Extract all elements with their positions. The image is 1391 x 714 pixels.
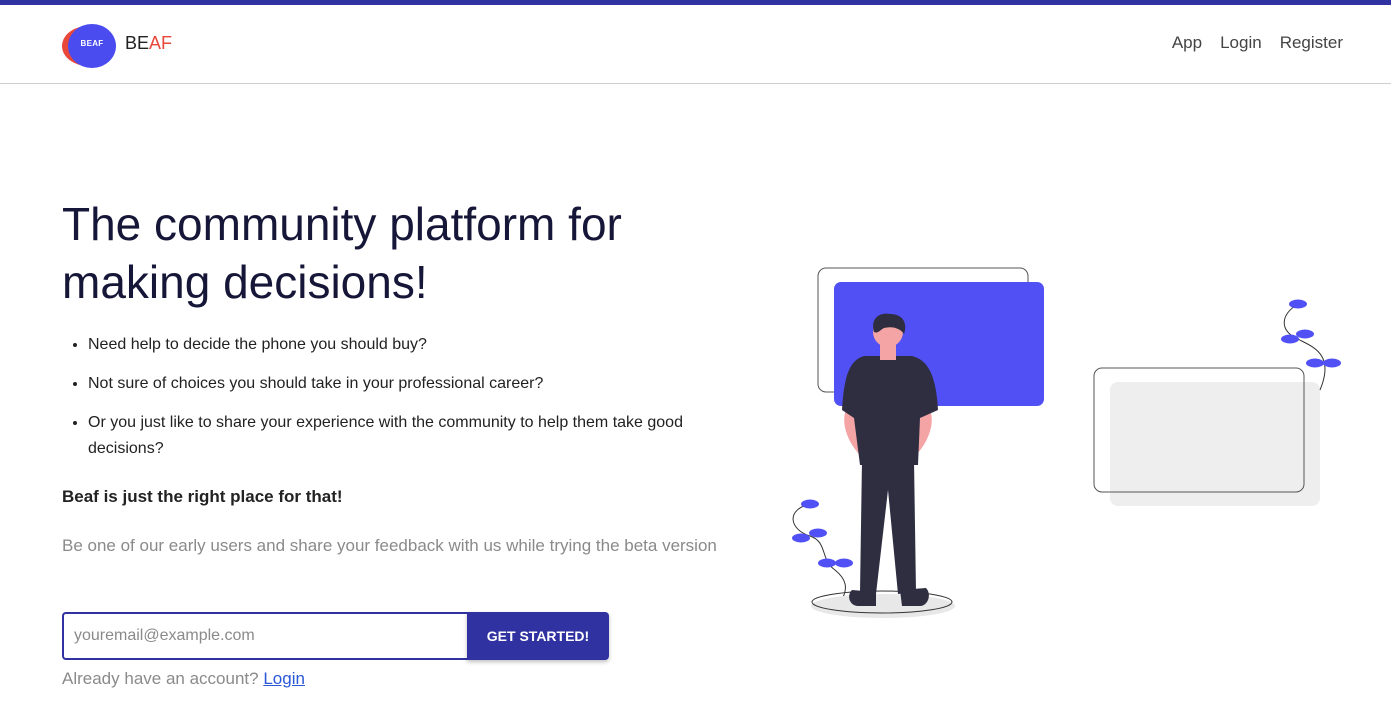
- person-shoe-left: [849, 590, 876, 606]
- nav-register-link[interactable]: Register: [1280, 33, 1343, 53]
- feature-item: Not sure of choices you should take in y…: [88, 371, 748, 397]
- floor-shadow: [811, 594, 955, 618]
- main-nav: App Login Register: [1172, 33, 1343, 53]
- tagline: Beaf is just the right place for that!: [62, 487, 343, 506]
- hero-title: The community platform for making decisi…: [62, 198, 622, 308]
- feature-item: Need help to decide the phone you should…: [88, 332, 748, 358]
- plant-leaf: [809, 528, 827, 538]
- plant-leaf: [818, 558, 836, 568]
- feature-item: Or you just like to share your experienc…: [88, 410, 748, 462]
- email-input[interactable]: [62, 612, 467, 660]
- brand-name[interactable]: BEAF: [125, 33, 172, 54]
- person-looking-at-screens-illustration: [792, 267, 1341, 618]
- plant-leaf: [1296, 329, 1314, 339]
- plant-leaf: [835, 558, 853, 568]
- beaf-logo-icon[interactable]: BEAF: [62, 24, 118, 68]
- plant-leaf: [1289, 299, 1307, 309]
- plant-leaf: [1323, 358, 1341, 368]
- get-started-button[interactable]: GET STARTED!: [467, 612, 609, 660]
- plant-leaf: [792, 533, 810, 543]
- plant-leaf: [1281, 334, 1299, 344]
- site-header: BEAF BEAF App Login Register: [0, 5, 1391, 84]
- person-legs: [860, 460, 916, 594]
- screen-gray-fill: [1110, 382, 1320, 506]
- brand-name-part1: BE: [125, 33, 150, 53]
- person-shoe-right: [900, 588, 929, 606]
- logo-text: BEAF: [80, 39, 104, 48]
- plant-stem-left: [792, 503, 846, 603]
- nav-login-link[interactable]: Login: [1220, 33, 1262, 53]
- plant-leaf: [801, 499, 819, 509]
- brand-name-part2: AF: [149, 33, 173, 53]
- login-link[interactable]: Login: [263, 669, 305, 688]
- signup-form: GET STARTED!: [62, 612, 609, 660]
- login-prompt: Already have an account? Login: [62, 669, 305, 689]
- plant-stem-right: [1283, 303, 1326, 391]
- feature-list: Need help to decide the phone you should…: [62, 332, 748, 475]
- beta-subtext: Be one of our early users and share your…: [62, 536, 717, 555]
- plant-leaf: [1306, 358, 1324, 368]
- nav-app-link[interactable]: App: [1172, 33, 1202, 53]
- login-prompt-text: Already have an account?: [62, 669, 259, 688]
